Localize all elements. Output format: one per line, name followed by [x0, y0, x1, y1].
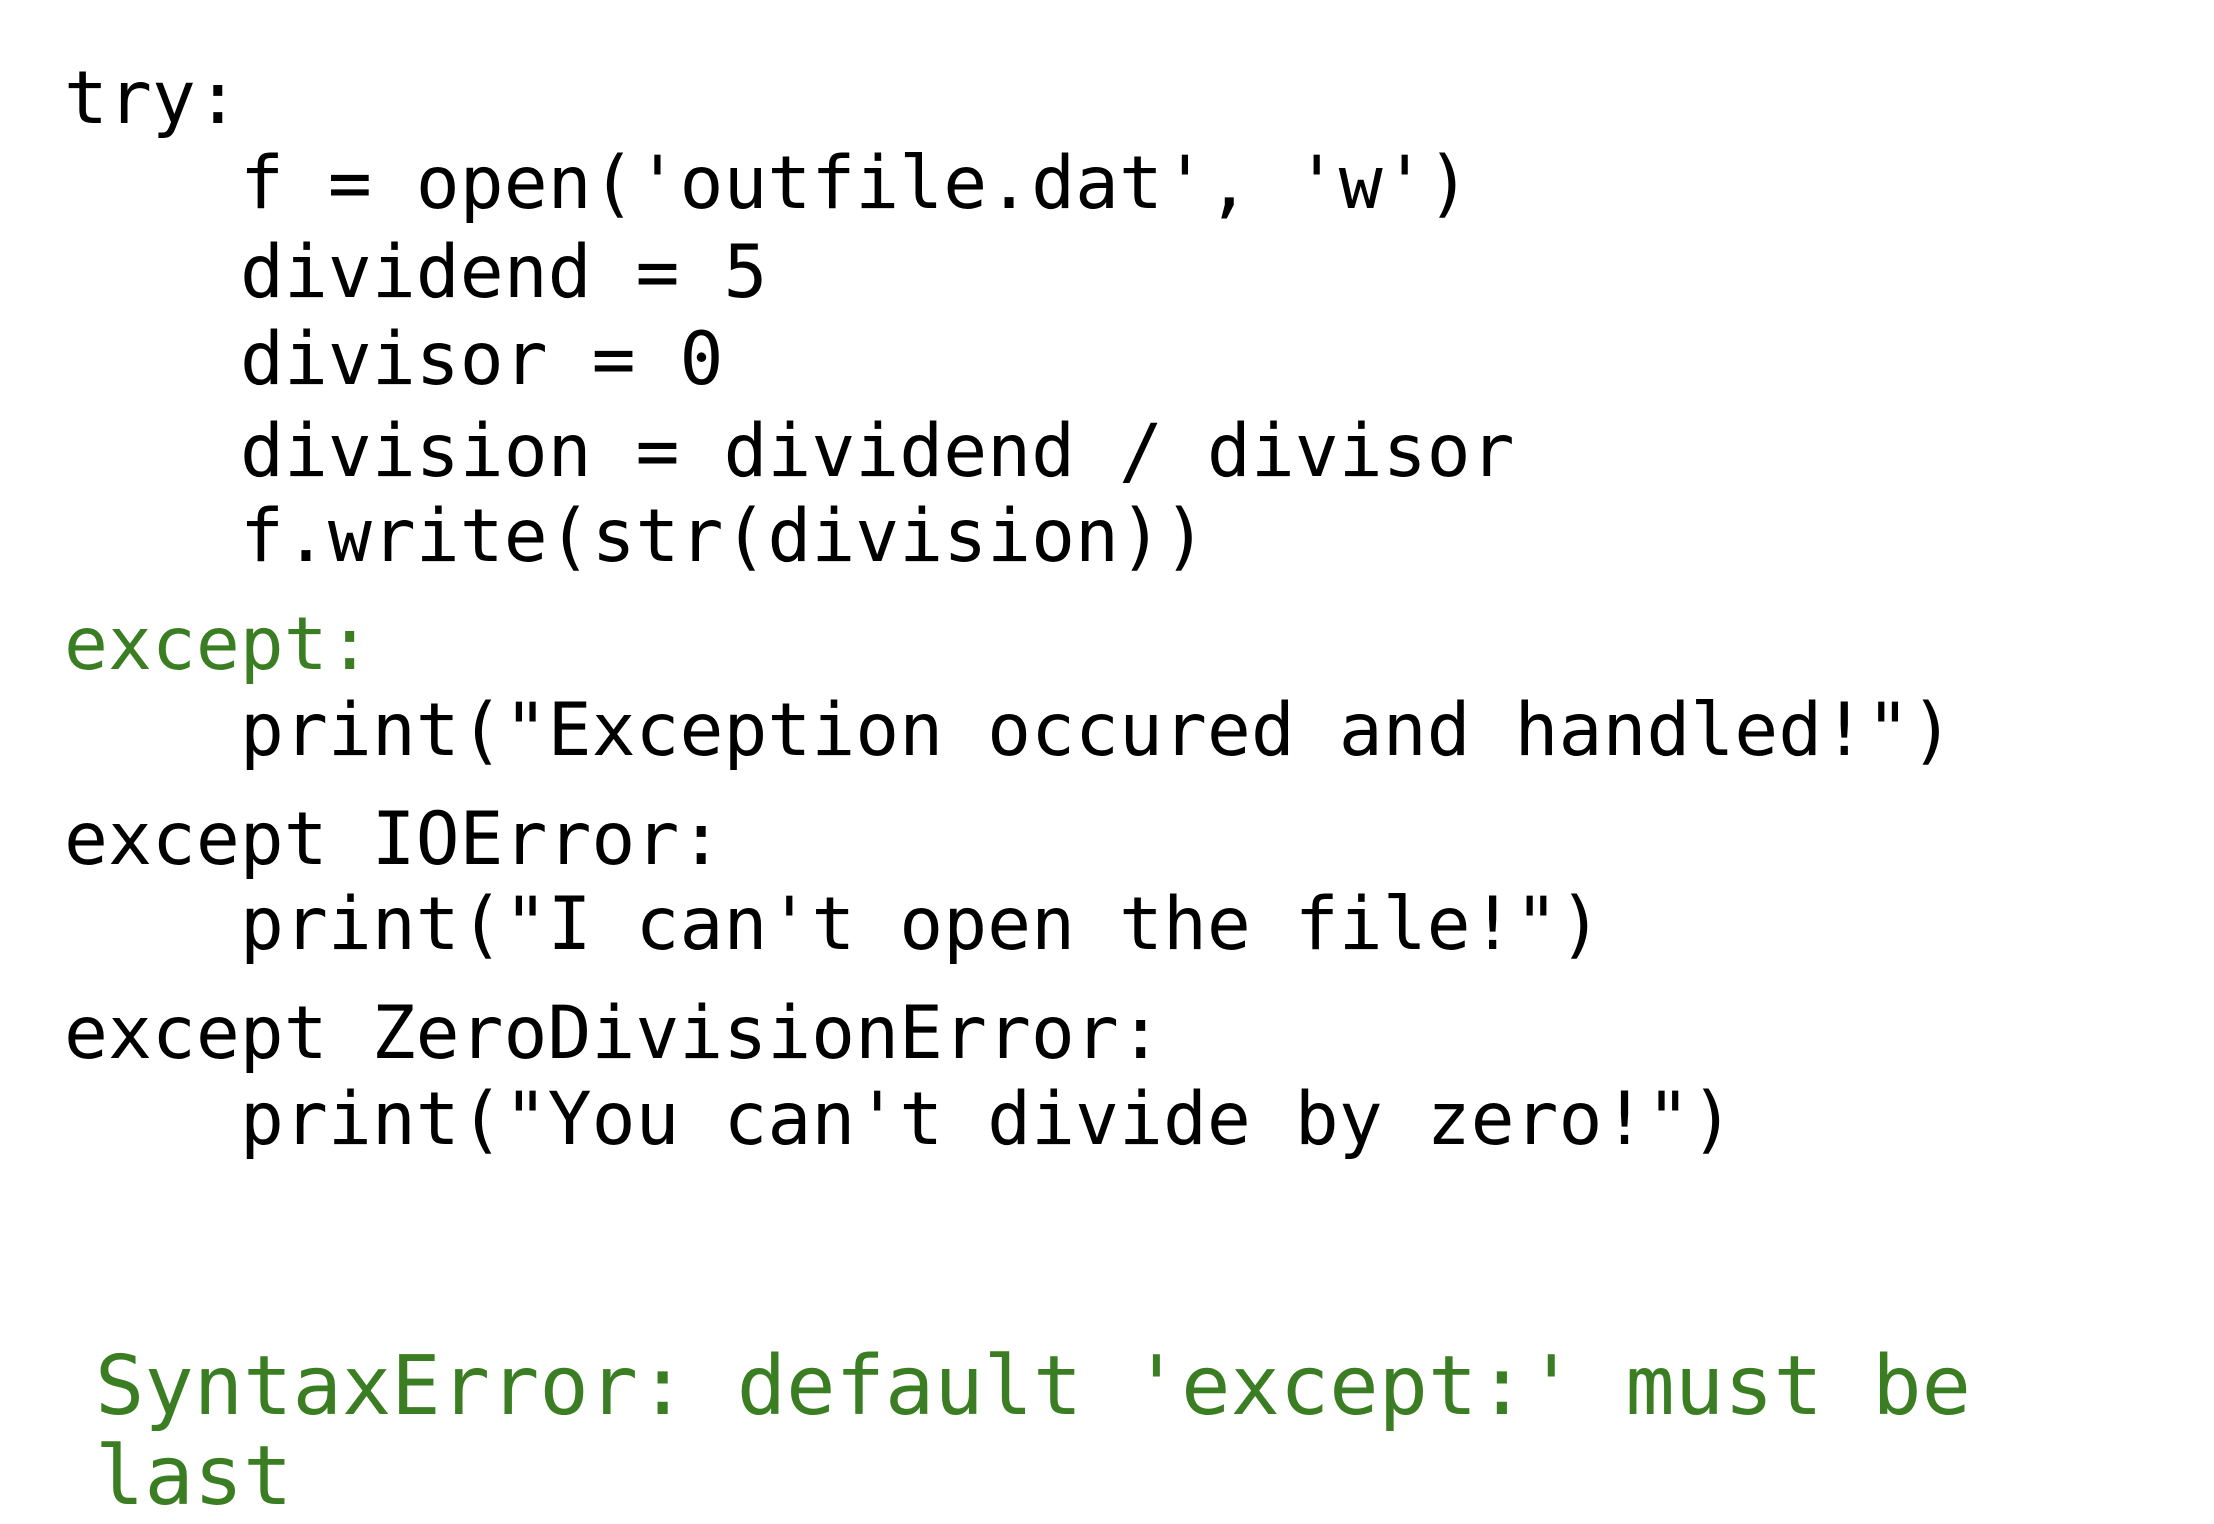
code-line-print-zerodivision: print("You can't divide by zero!") — [240, 1077, 1735, 1162]
syntax-error-message: SyntaxError: default 'except:' must be l… — [95, 1339, 2021, 1524]
code-line-bare-except: except: — [64, 602, 372, 687]
code-line-print-exception: print("Exception occured and handled!") — [240, 688, 1955, 773]
code-line-division: division = dividend / divisor — [240, 409, 1515, 494]
code-line-divisor: divisor = 0 — [240, 317, 724, 402]
code-line-except-ioerror: except IOError: — [64, 797, 724, 882]
code-line-open: f = open('outfile.dat', 'w') — [240, 141, 1471, 226]
code-line-except-zerodivision: except ZeroDivisionError: — [64, 991, 1163, 1076]
code-line-write: f.write(str(division)) — [240, 494, 1207, 579]
code-line-dividend: dividend = 5 — [240, 230, 768, 315]
code-line-try: try: — [64, 56, 240, 141]
code-line-print-ioerror: print("I can't open the file!") — [240, 882, 1603, 967]
